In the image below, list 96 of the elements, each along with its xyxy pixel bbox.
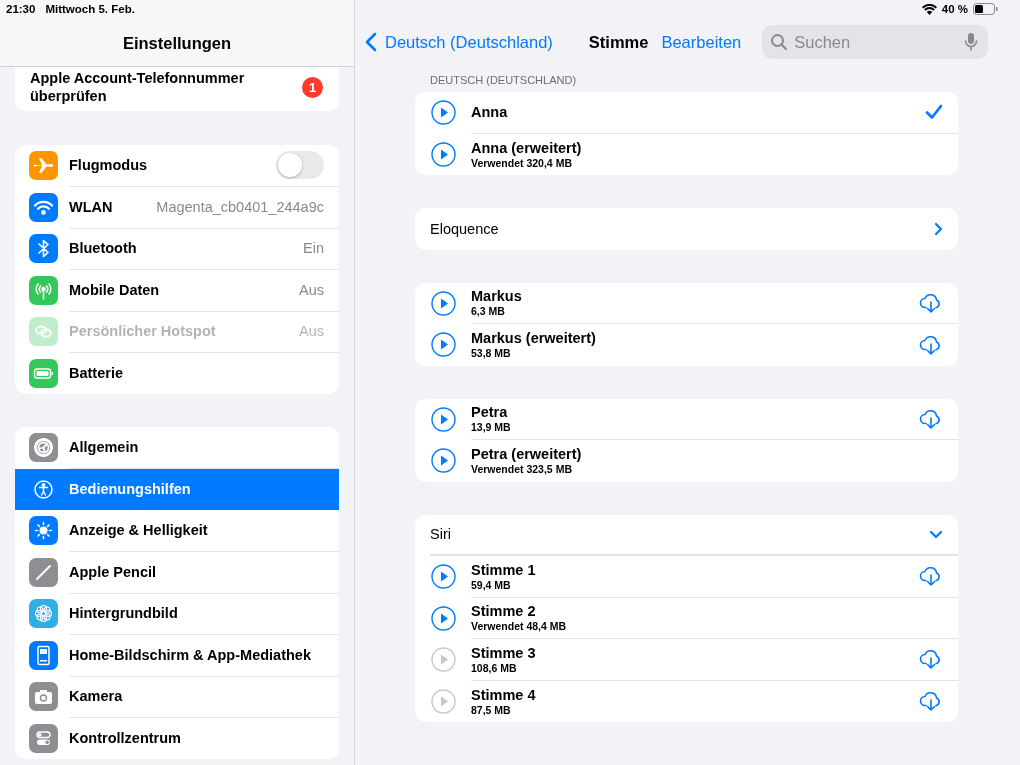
play-button[interactable] xyxy=(431,141,456,167)
search-field[interactable]: Suchen xyxy=(762,25,989,59)
voice-name: Stimme 4 xyxy=(471,686,536,703)
voice-name: Anna xyxy=(471,104,508,121)
voice-name: Markus (erweitert) xyxy=(471,330,596,347)
voice-name: Markus xyxy=(471,288,522,305)
voice-name: Petra xyxy=(471,404,509,421)
settings-item[interactable]: Apple Pencil xyxy=(15,551,339,593)
sun-icon xyxy=(29,516,58,546)
link-icon xyxy=(29,317,58,347)
wifi-icon xyxy=(921,3,937,15)
play-button[interactable] xyxy=(431,564,456,590)
tablet-icon xyxy=(29,640,58,670)
flower-icon xyxy=(29,599,58,629)
edit-button[interactable]: Bearbeiten xyxy=(661,32,742,52)
cloud-download-icon[interactable] xyxy=(919,408,943,429)
antenna-icon xyxy=(29,275,58,305)
bluetooth-icon xyxy=(29,234,58,264)
play-button[interactable] xyxy=(431,605,456,631)
airplane-icon xyxy=(29,151,58,181)
item-label: WLAN xyxy=(69,198,113,215)
sidebar-title: Einstellungen xyxy=(121,34,233,53)
toggle-switch[interactable] xyxy=(276,151,324,180)
cloud-download-icon[interactable] xyxy=(919,566,943,587)
voice-size: 13,9 MB xyxy=(471,421,511,434)
voice-size: 87,5 MB xyxy=(471,703,512,716)
list-item[interactable]: Eloquence xyxy=(415,208,958,250)
settings-item[interactable]: Mobile Daten Aus xyxy=(15,269,339,311)
gear-icon xyxy=(29,433,58,463)
item-label: Kontrollzentrum xyxy=(69,730,181,747)
voice-size: Verwendet 48,4 MB xyxy=(471,620,567,633)
page-title: Stimme xyxy=(588,32,649,52)
play-button[interactable] xyxy=(431,290,456,316)
section-header: DEUTSCH (DEUTSCHLAND) xyxy=(429,74,578,88)
item-label: Mobile Daten xyxy=(69,281,160,298)
item-label: Flugmodus xyxy=(69,157,148,174)
clock-time: 21:30 xyxy=(6,3,36,15)
voice-size: 6,3 MB xyxy=(471,305,506,318)
account-notice: Apple Account-Telefonnummer überprüfen xyxy=(30,69,246,105)
settings-item[interactable]: Batterie xyxy=(15,352,339,394)
settings-item[interactable]: Bedienungshilfen xyxy=(15,468,339,510)
settings-item[interactable]: Bluetooth Ein xyxy=(15,228,339,270)
battery-percentage: 40 % xyxy=(941,3,968,15)
cloud-download-icon[interactable] xyxy=(919,334,943,355)
voice-name: Stimme 1 xyxy=(471,561,536,578)
chevron-right-icon xyxy=(933,221,943,236)
camera-icon xyxy=(29,682,58,712)
microphone-icon[interactable] xyxy=(964,32,979,52)
item-label: Apple Pencil xyxy=(69,563,157,580)
cloud-download-icon[interactable] xyxy=(919,292,943,313)
notification-badge: 1 xyxy=(302,76,323,98)
voice-name: Stimme 3 xyxy=(471,644,536,661)
settings-item[interactable]: Home-Bildschirm & App-Mediathek xyxy=(15,634,339,676)
switches-icon xyxy=(29,723,58,753)
play-button[interactable] xyxy=(431,448,456,474)
chevron-left-icon xyxy=(365,32,377,52)
voice-size: Verwendet 320,4 MB xyxy=(471,156,573,169)
item-label: Bluetooth xyxy=(69,240,137,257)
settings-item[interactable]: Anzeige & Helligkeit xyxy=(15,510,339,552)
item-label: Bedienungshilfen xyxy=(69,480,191,497)
item-label: Batterie xyxy=(69,365,123,382)
play-button[interactable] xyxy=(431,100,456,126)
battery-icon xyxy=(29,358,58,388)
wifi-icon xyxy=(29,192,58,222)
voice-name: Anna (erweitert) xyxy=(471,139,582,156)
item-label: Kamera xyxy=(69,688,123,705)
settings-item[interactable]: Hintergrundbild xyxy=(15,593,339,635)
item-value: Aus xyxy=(299,281,324,298)
settings-item[interactable]: Kontrollzentrum xyxy=(15,717,339,759)
back-button[interactable]: Deutsch (Deutschland) xyxy=(365,32,553,52)
play-button[interactable] xyxy=(431,406,456,432)
item-label: Persönlicher Hotspot xyxy=(69,323,216,340)
voice-name: Stimme 2 xyxy=(471,603,537,620)
battery-icon xyxy=(973,3,998,15)
voice-size: 108,6 MB xyxy=(471,661,518,674)
voice-size: 59,4 MB xyxy=(471,578,512,591)
pencil-icon xyxy=(29,557,58,587)
item-value: Aus xyxy=(299,323,324,340)
item-label: Allgemein xyxy=(69,439,139,456)
cloud-download-icon[interactable] xyxy=(919,649,943,670)
list-item[interactable]: Siri xyxy=(430,514,958,556)
account-card[interactable]: Apple Account-Telefonnummer überprüfen 1 xyxy=(15,67,339,111)
play-button[interactable] xyxy=(431,332,456,358)
voice-size: 53,8 MB xyxy=(471,347,512,360)
item-label: Anzeige & Helligkeit xyxy=(69,522,208,539)
settings-item[interactable]: WLAN Magenta_cb0401_244a9c xyxy=(15,186,339,228)
settings-item[interactable]: Flugmodus xyxy=(15,145,339,187)
voice-name: Petra (erweitert) xyxy=(471,446,582,463)
voice-size: Verwendet 323,5 MB xyxy=(471,463,573,476)
cloud-download-icon[interactable] xyxy=(919,691,943,712)
item-label: Hintergrundbild xyxy=(69,605,178,622)
item-value: Ein xyxy=(303,240,324,257)
item-value: Magenta_cb0401_244a9c xyxy=(156,198,324,215)
item-label: Home-Bildschirm & App-Mediathek xyxy=(69,646,311,663)
status-date: Mittwoch 5. Feb. xyxy=(45,3,135,15)
settings-item[interactable]: Kamera xyxy=(15,676,339,718)
